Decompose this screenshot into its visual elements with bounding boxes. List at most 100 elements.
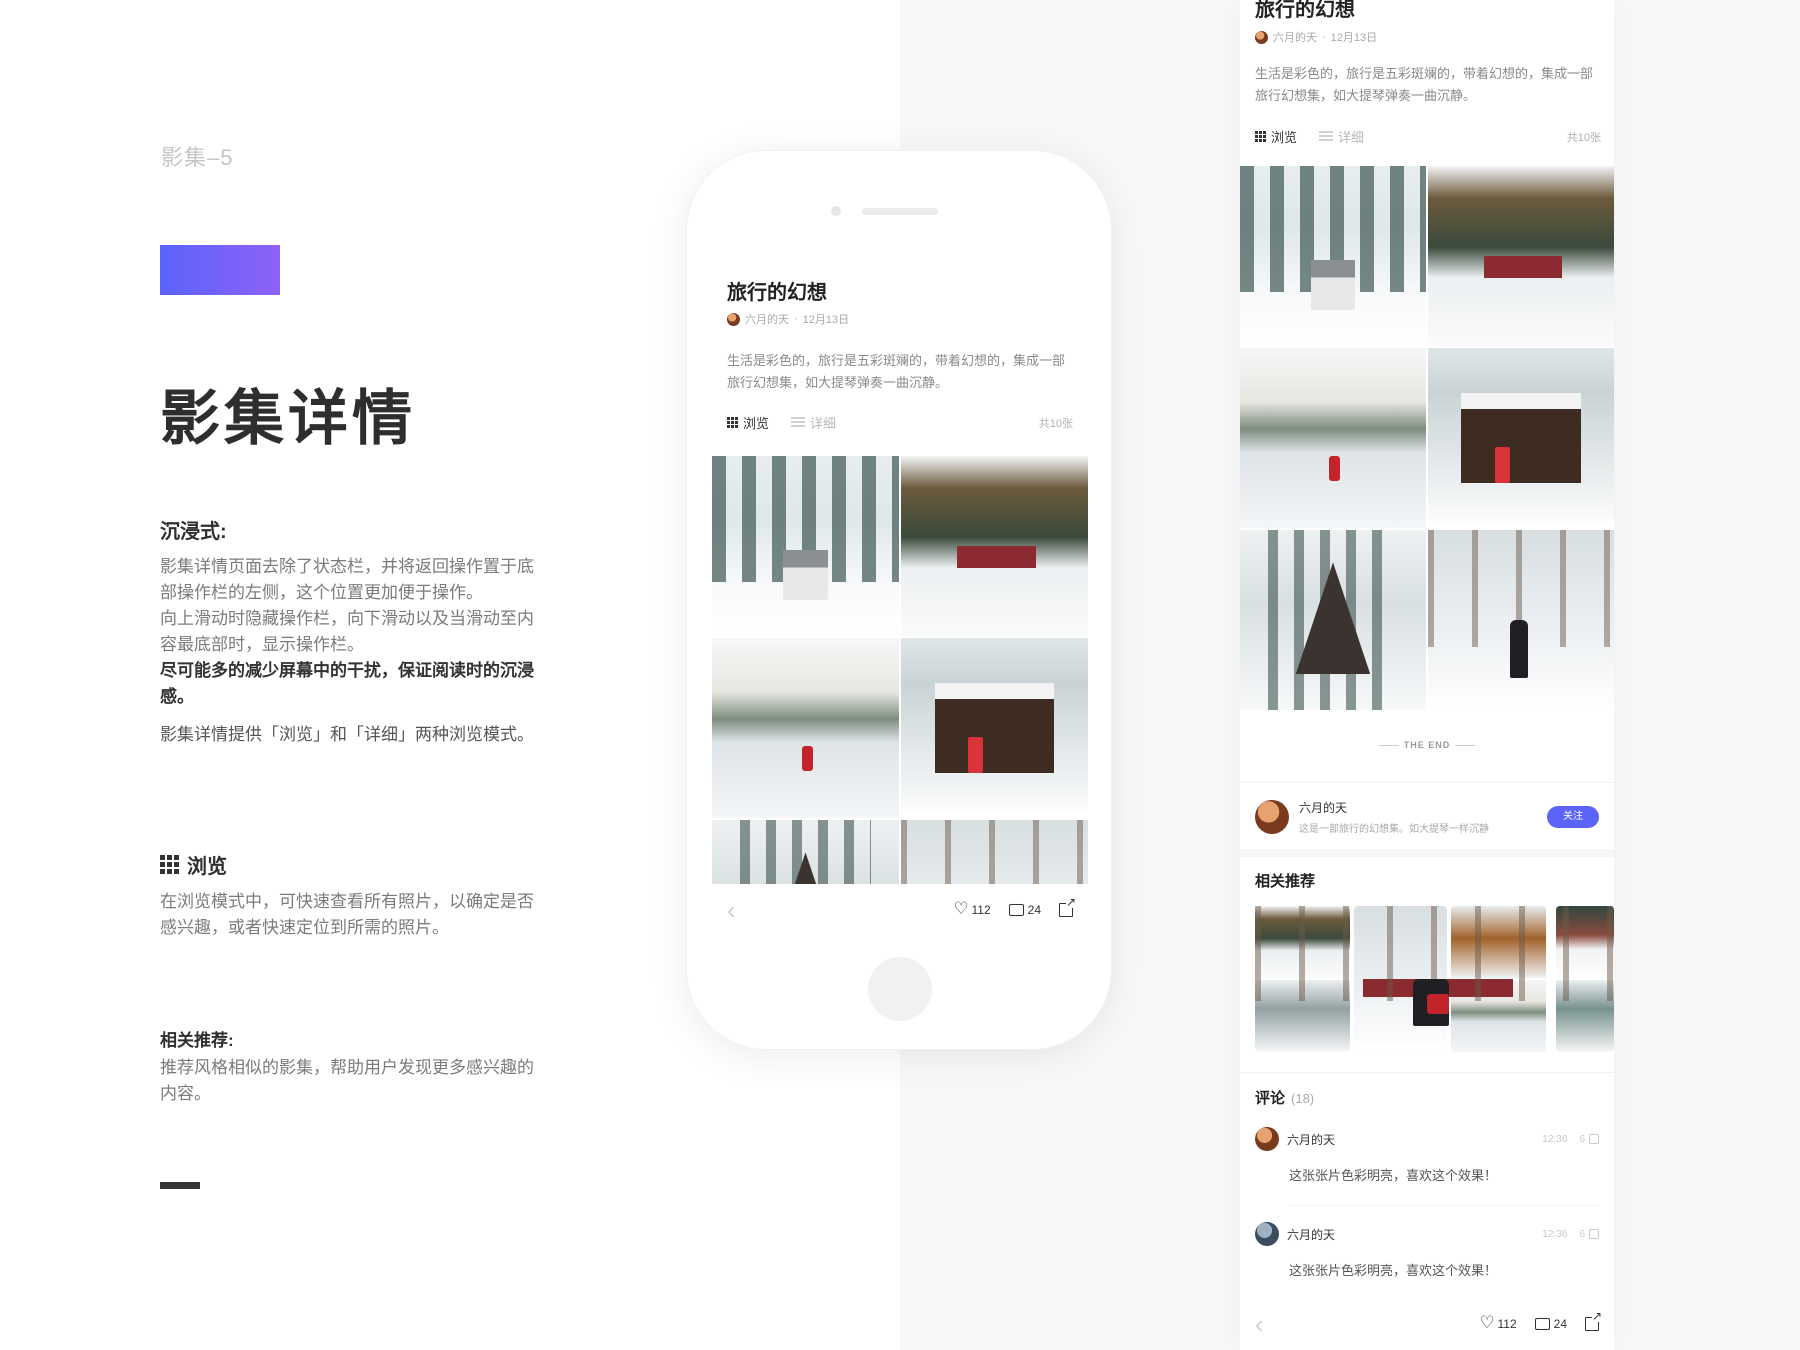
meta-separator: · [794, 313, 798, 325]
phone-camera [831, 206, 841, 216]
follow-button[interactable]: 关注 [1547, 806, 1599, 828]
like-count: 112 [971, 903, 991, 917]
section-immersive: 沉浸式: 影集详情页面去除了状态栏，并将返回操作置于底部操作栏的左侧，这个位置更… [160, 515, 540, 748]
photo-thumbnail[interactable] [712, 638, 899, 818]
phone-mockup: 旅行的幻想 六月的天 · 12月13日 生活是彩色的，旅行是五彩斑斓的，带着幻想… [686, 150, 1112, 1050]
tab-browse[interactable]: 浏览 [1255, 127, 1297, 146]
photo-thumbnail[interactable] [1428, 348, 1614, 528]
share-button[interactable] [1059, 896, 1076, 917]
section-text: 向上滑动时隐藏操作栏，向下滑动以及当滑动至内容最底部时，显示操作栏。 [160, 609, 534, 654]
photo-thumbnail[interactable] [1428, 530, 1614, 710]
related-carousel[interactable] [1255, 906, 1614, 1052]
view-tabs: 浏览 详细 共10张 [1255, 127, 1601, 146]
comments-heading-text: 评论 [1255, 1090, 1286, 1107]
author-name[interactable]: 六月的天 [1299, 799, 1489, 816]
comment-likes: 6 [1579, 1228, 1585, 1240]
photo-thumbnail[interactable] [901, 456, 1088, 636]
comment-text: 这张张片色彩明亮，喜欢这个效果！ [1289, 1168, 1498, 1183]
phone-screen: 旅行的幻想 六月的天 · 12月13日 生活是彩色的，旅行是五彩斑斓的，带着幻想… [712, 256, 1088, 936]
list-icon [791, 417, 806, 428]
divider [1240, 1072, 1614, 1073]
the-end-marker: THE END [1240, 740, 1614, 750]
author-name[interactable]: 六月的天 [1273, 29, 1317, 45]
like-button[interactable]: 112 [954, 899, 991, 919]
album-title: 旅行的幻想 [1255, 0, 1355, 21]
tab-detail[interactable]: 详细 [791, 413, 836, 432]
comment-button[interactable]: 24 [1534, 1313, 1567, 1331]
comment-time: 12:36 [1542, 1133, 1568, 1145]
comment-item: 六月的天 12:36 6 这张张片色彩明亮，喜欢这个效果！ [1255, 1222, 1599, 1279]
divider [1240, 782, 1614, 783]
thumb-up-icon[interactable] [1589, 1229, 1599, 1239]
avatar[interactable] [1255, 800, 1289, 834]
accent-gradient-bar [160, 245, 280, 295]
avatar[interactable] [1255, 1127, 1279, 1151]
photo-count: 共10张 [1038, 417, 1073, 430]
comments-heading: 评论 (18) [1255, 1087, 1314, 1108]
album-meta: 六月的天 · 12月13日 [1255, 29, 1377, 45]
album-date: 12月13日 [1330, 32, 1378, 44]
comment-item: 六月的天 12:36 6 这张张片色彩明亮，喜欢这个效果！ [1255, 1127, 1599, 1184]
comment-count: 24 [1553, 1317, 1567, 1331]
the-end-text: THE END [1403, 740, 1451, 750]
section-related: 相关推荐: 推荐风格相似的影集，帮助用户发现更多感兴趣的内容。 [160, 1026, 540, 1107]
comment-author[interactable]: 六月的天 [1287, 1226, 1335, 1243]
comment-button[interactable]: 24 [1008, 899, 1041, 917]
tab-label: 浏览 [1271, 130, 1298, 145]
author-name[interactable]: 六月的天 [745, 311, 789, 327]
like-button[interactable]: 112 [1480, 1313, 1517, 1333]
tab-label: 详细 [1338, 130, 1365, 145]
section-text-emphasis: 尽可能多的减少屏幕中的干扰，保证阅读时的沉浸感。 [160, 661, 534, 706]
page-title: 影集详情 [160, 385, 416, 452]
comment-text: 这张张片色彩明亮，喜欢这个效果！ [1289, 1263, 1498, 1278]
section-browse: 浏览 在浏览模式中，可快速查看所有照片，以确定是否感兴趣，或者快速定位到所需的照… [160, 850, 540, 941]
related-heading: 相关推荐 [1255, 873, 1316, 890]
album-date: 12月13日 [802, 314, 850, 326]
long-screen: 旅行的幻想 六月的天 · 12月13日 生活是彩色的，旅行是五彩斑斓的，带着幻想… [1240, 0, 1614, 1350]
back-icon[interactable]: ‹ [727, 895, 736, 926]
photo-thumbnail[interactable] [901, 638, 1088, 818]
section-text: 影集详情提供「浏览」和「详细」两种浏览模式。 [160, 725, 534, 744]
tab-detail[interactable]: 详细 [1319, 127, 1364, 146]
list-icon [1319, 131, 1334, 142]
avatar[interactable] [727, 312, 740, 326]
comment-count: 24 [1027, 903, 1041, 917]
section-divider [1240, 849, 1614, 857]
photo-count: 共10张 [1566, 131, 1601, 144]
comment-icon [1008, 899, 1024, 916]
photo-grid [712, 456, 1088, 936]
photo-thumbnail[interactable] [1240, 530, 1426, 710]
view-tabs: 浏览 详细 共10张 [727, 413, 1073, 432]
comment-author[interactable]: 六月的天 [1287, 1131, 1335, 1148]
phone-home-button [868, 957, 932, 1021]
photo-thumbnail[interactable] [1428, 166, 1614, 346]
phone-speaker [862, 208, 938, 215]
comment-likes: 6 [1579, 1133, 1585, 1145]
related-photo [1354, 906, 1448, 1052]
comment-icon [1534, 1313, 1550, 1330]
share-icon [1585, 1310, 1602, 1331]
section-heading-text: 浏览 [187, 856, 227, 878]
section-heading: 沉浸式: [160, 521, 227, 543]
photo-thumbnail[interactable] [712, 456, 899, 636]
decorative-dash [160, 1182, 200, 1189]
author-card: 六月的天 这是一部旅行的幻想集。如大提琴一样沉静 关注 [1255, 799, 1599, 835]
comments-count: (18) [1291, 1091, 1315, 1106]
share-button[interactable] [1585, 1310, 1602, 1331]
photo-thumbnail[interactable] [1240, 348, 1426, 528]
tab-browse[interactable]: 浏览 [727, 413, 769, 432]
grid-icon [160, 855, 179, 874]
grid-icon [727, 417, 738, 428]
meta-separator: · [1322, 31, 1326, 43]
tab-label: 详细 [810, 416, 837, 431]
photo-grid [1240, 166, 1614, 710]
thumb-up-icon[interactable] [1589, 1134, 1599, 1144]
avatar[interactable] [1255, 30, 1268, 44]
comment-meta: 12:36 6 [1542, 1134, 1599, 1145]
photo-thumbnail[interactable] [1240, 166, 1426, 346]
avatar[interactable] [1255, 1222, 1279, 1246]
back-icon[interactable]: ‹ [1255, 1309, 1264, 1340]
album-title: 旅行的幻想 [727, 282, 827, 304]
bottom-action-bar: ‹ 112 24 [712, 884, 1088, 936]
related-album-card[interactable] [1354, 906, 1448, 1052]
